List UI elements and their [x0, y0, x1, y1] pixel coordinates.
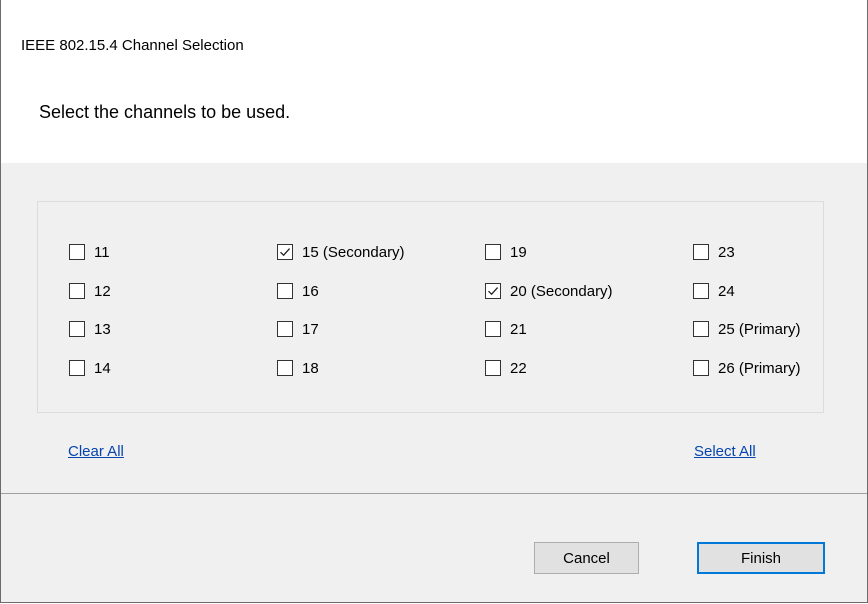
checkbox-box[interactable]: [693, 321, 709, 337]
checkbox-box[interactable]: [485, 360, 501, 376]
channel-checkbox[interactable]: 14: [69, 357, 111, 379]
instruction-text: Select the channels to be used.: [39, 102, 291, 122]
channel-checkbox[interactable]: 17: [277, 318, 319, 340]
checkbox-box[interactable]: [277, 321, 293, 337]
channel-checkbox[interactable]: 22: [485, 357, 527, 379]
checkbox-box[interactable]: [277, 244, 293, 260]
channel-checkbox[interactable]: 21: [485, 318, 527, 340]
channel-checkbox[interactable]: 18: [277, 357, 319, 379]
checkmark-icon: [488, 287, 499, 296]
channel-checkbox[interactable]: 11: [69, 241, 110, 263]
checkbox-box[interactable]: [69, 244, 85, 260]
checkbox-box[interactable]: [693, 283, 709, 299]
channel-checkbox[interactable]: 19: [485, 241, 527, 263]
content-panel: 11 12 13 14 15 (Secondary) 16 17 18 19 2…: [1, 163, 867, 493]
checkbox-box[interactable]: [693, 244, 709, 260]
checkbox-label: 26 (Primary): [718, 359, 801, 377]
checkbox-box[interactable]: [693, 360, 709, 376]
channel-checkbox[interactable]: 15 (Secondary): [277, 241, 405, 263]
checkbox-box[interactable]: [485, 244, 501, 260]
checkbox-box[interactable]: [69, 283, 85, 299]
dialog-title: IEEE 802.15.4 Channel Selection: [21, 37, 244, 54]
finish-button[interactable]: Finish: [697, 542, 825, 574]
channel-checkbox[interactable]: 13: [69, 318, 111, 340]
checkbox-label: 20 (Secondary): [510, 282, 613, 300]
channel-checkbox[interactable]: 24: [693, 280, 735, 302]
checkbox-label: 17: [302, 320, 319, 338]
dialog-header: IEEE 802.15.4 Channel Selection Select t…: [1, 0, 867, 163]
checkbox-box[interactable]: [69, 321, 85, 337]
checkbox-label: 11: [94, 243, 110, 261]
checkbox-label: 24: [718, 282, 735, 300]
checkbox-box[interactable]: [485, 321, 501, 337]
dialog-footer: Cancel Finish: [1, 494, 867, 602]
checkbox-label: 13: [94, 320, 111, 338]
channel-selection-dialog: IEEE 802.15.4 Channel Selection Select t…: [0, 0, 868, 603]
checkbox-box[interactable]: [485, 283, 501, 299]
checkbox-label: 21: [510, 320, 527, 338]
channel-checkbox[interactable]: 16: [277, 280, 319, 302]
checkbox-label: 15 (Secondary): [302, 243, 405, 261]
channel-checkbox[interactable]: 23: [693, 241, 735, 263]
checkmark-icon: [280, 248, 291, 257]
channel-group-box: 11 12 13 14 15 (Secondary) 16 17 18 19 2…: [37, 201, 824, 413]
channel-checkbox[interactable]: 12: [69, 280, 111, 302]
checkbox-label: 14: [94, 359, 111, 377]
checkbox-label: 22: [510, 359, 527, 377]
checkbox-label: 23: [718, 243, 735, 261]
checkbox-box[interactable]: [69, 360, 85, 376]
checkbox-label: 19: [510, 243, 527, 261]
clear-all-link[interactable]: Clear All: [68, 443, 124, 460]
checkbox-box[interactable]: [277, 360, 293, 376]
checkbox-box[interactable]: [277, 283, 293, 299]
checkbox-label: 25 (Primary): [718, 320, 801, 338]
channel-checkbox[interactable]: 26 (Primary): [693, 357, 801, 379]
channel-checkbox[interactable]: 20 (Secondary): [485, 280, 613, 302]
checkbox-label: 18: [302, 359, 319, 377]
channel-checkbox[interactable]: 25 (Primary): [693, 318, 801, 340]
select-all-link[interactable]: Select All: [694, 443, 756, 460]
cancel-button[interactable]: Cancel: [534, 542, 639, 574]
checkbox-label: 16: [302, 282, 319, 300]
checkbox-label: 12: [94, 282, 111, 300]
